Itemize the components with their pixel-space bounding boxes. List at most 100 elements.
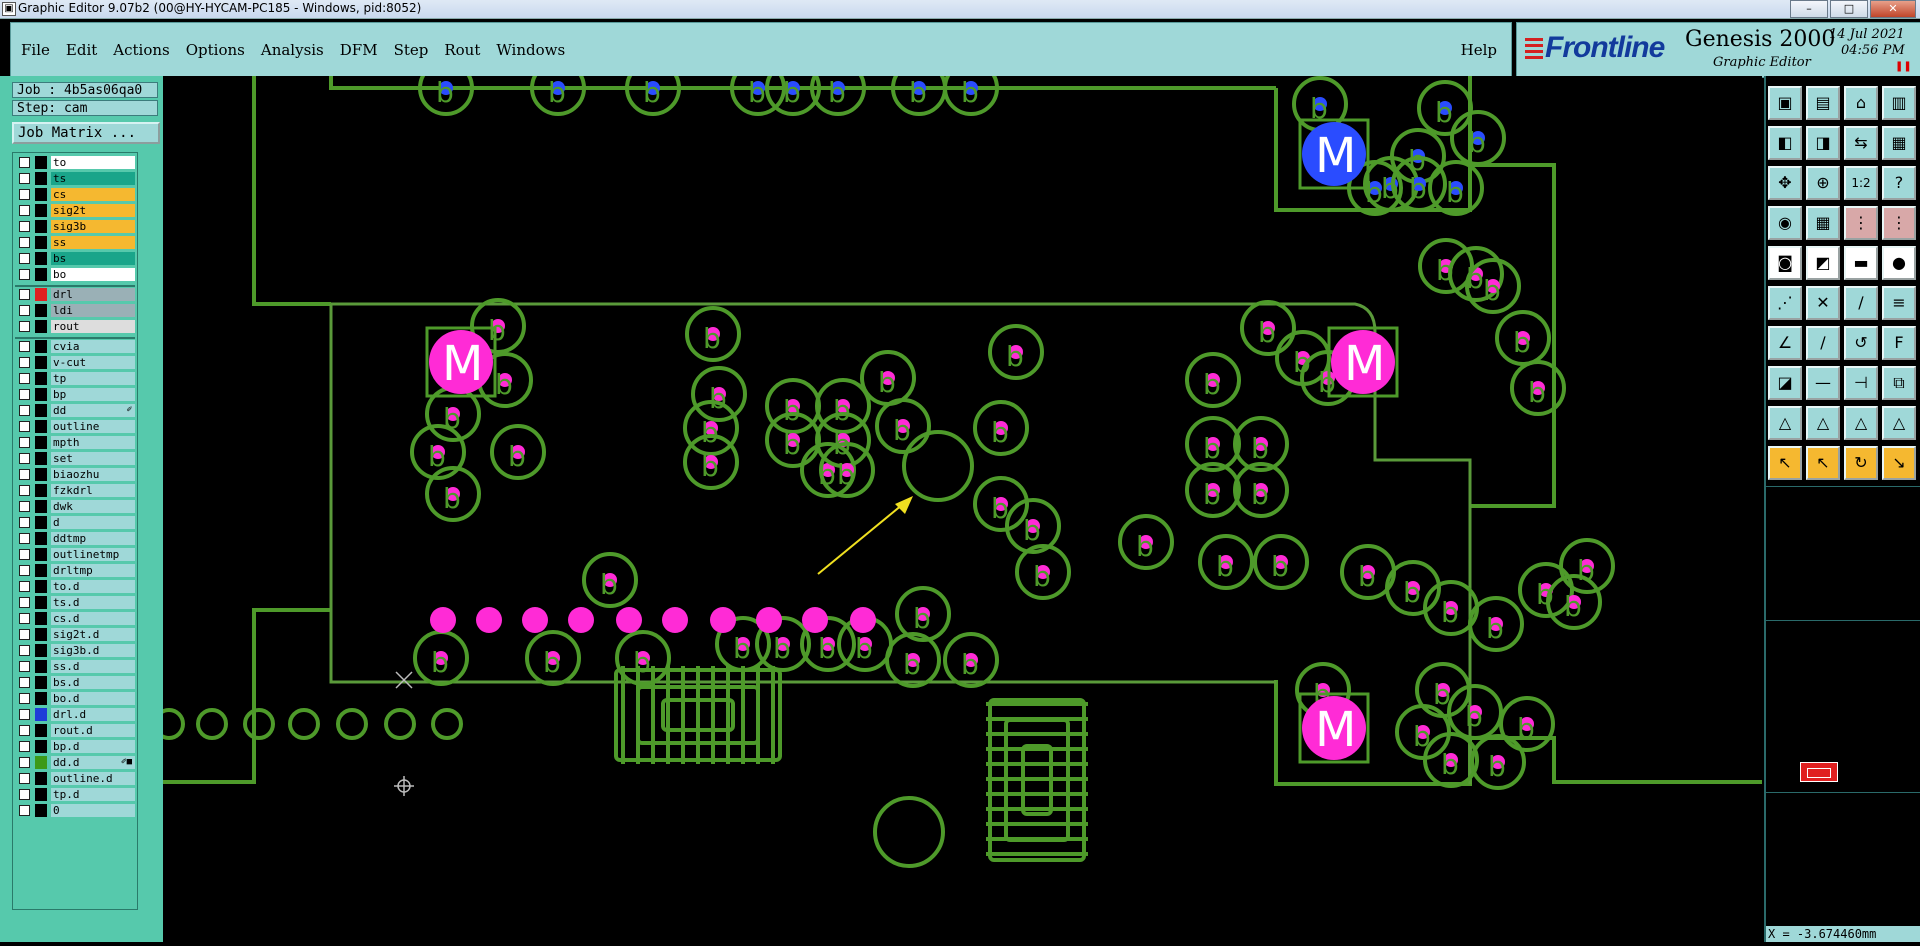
tri3-icon[interactable]: △ [1844,406,1878,440]
layer-name[interactable]: v-cut [51,356,135,369]
save-icon[interactable]: ▤ [1806,86,1840,120]
layer-color-swatch[interactable] [35,708,47,721]
rotate-icon[interactable]: ↻ [1844,446,1878,480]
layer-name[interactable]: cs [51,188,135,201]
layer-row-drl.d[interactable]: drl.d [15,708,135,722]
layer-checkbox[interactable] [19,269,30,280]
layer-name[interactable]: ss.d [51,660,135,673]
layer-checkbox[interactable] [19,501,30,512]
layer-row-sig3b[interactable]: sig3b [15,220,135,234]
layer-color-swatch[interactable] [35,304,47,317]
layer-name[interactable]: ddtmp [51,532,135,545]
layer-color-swatch[interactable] [35,288,47,301]
line-icon[interactable]: ∕ [1844,286,1878,320]
pointer2-icon[interactable]: ↖ [1806,446,1840,480]
layer-color-swatch[interactable] [35,532,47,545]
menu-edit[interactable]: Edit [66,41,97,59]
layer-row-ldi[interactable]: ldi [15,304,135,318]
layer-row-cs.d[interactable]: cs.d [15,612,135,626]
layer-color-swatch[interactable] [35,156,47,169]
layer-color-swatch[interactable] [35,676,47,689]
layer-name[interactable]: outlinetmp [51,548,135,561]
layer-checkbox[interactable] [19,485,30,496]
group-icon[interactable]: ⧉ [1882,366,1916,400]
route-icon[interactable]: ↘ [1882,446,1916,480]
layer-checkbox[interactable] [19,205,30,216]
layer-color-swatch[interactable] [35,420,47,433]
tri2-icon[interactable]: △ [1806,406,1840,440]
layer-row-drl[interactable]: drl [15,288,135,302]
layer-checkbox[interactable] [19,373,30,384]
layer-checkbox[interactable] [19,789,30,800]
text-icon[interactable]: ≡ [1882,286,1916,320]
layer-checkbox[interactable] [19,533,30,544]
layer-name[interactable]: sig3b [51,220,135,233]
job-matrix-button[interactable]: Job Matrix ... [12,122,160,144]
layer-row-0[interactable]: 0 [15,804,135,818]
layer-name[interactable]: dd ✐ [51,404,135,417]
layer-name[interactable]: drl [51,288,135,301]
layer-checkbox[interactable] [19,253,30,264]
panes-icon[interactable]: ▦ [1882,126,1916,160]
layer-name[interactable]: ldi [51,304,135,317]
layer-name[interactable]: outline [51,420,135,433]
layer-checkbox[interactable] [19,629,30,640]
open-icon[interactable]: ▣ [1768,86,1802,120]
layer-row-mpth[interactable]: mpth [15,436,135,450]
layer-row-sig2t[interactable]: sig2t [15,204,135,218]
layer-checkbox[interactable] [19,613,30,624]
layer-color-swatch[interactable] [35,564,47,577]
layer-color-swatch[interactable] [35,628,47,641]
layer-checkbox[interactable] [19,805,30,816]
layer-name[interactable]: bo.d [51,692,135,705]
layer-row-rout[interactable]: rout [15,320,135,334]
layer-color-swatch[interactable] [35,220,47,233]
horiz-icon[interactable]: — [1806,366,1840,400]
layer-name[interactable]: tp [51,372,135,385]
layer-checkbox[interactable] [19,693,30,704]
layer-row-biaozhu[interactable]: biaozhu [15,468,135,482]
node-icon[interactable]: ⋰ [1768,286,1802,320]
layer-checkbox[interactable] [19,189,30,200]
layer-name[interactable]: sig2t [51,204,135,217]
layer-checkbox[interactable] [19,389,30,400]
layer-row-set[interactable]: set [15,452,135,466]
angle-icon[interactable]: ∠ [1768,326,1802,360]
grid-icon[interactable]: ▦ [1806,206,1840,240]
layer-color-swatch[interactable] [35,756,47,769]
layer-row-ts[interactable]: ts [15,172,135,186]
layer-name[interactable]: drl.d [51,708,135,721]
layer-checkbox[interactable] [19,237,30,248]
layer-name[interactable]: sig2t.d [51,628,135,641]
layers-icon[interactable]: ⋮ [1844,206,1878,240]
layer-row-bo[interactable]: bo [15,268,135,282]
layer-color-swatch[interactable] [35,500,47,513]
layer-name[interactable]: sig3b.d [51,644,135,657]
layer-color-swatch[interactable] [35,236,47,249]
layer-name[interactable]: ts [51,172,135,185]
layer-name[interactable]: d [51,516,135,529]
layer-checkbox[interactable] [19,321,30,332]
layer-color-swatch[interactable] [35,388,47,401]
layer-row-to[interactable]: to [15,156,135,170]
help-icon[interactable]: ? [1882,166,1916,200]
maximize-button[interactable]: □ [1830,0,1868,18]
layer-checkbox[interactable] [19,773,30,784]
layer-row-cs[interactable]: cs [15,188,135,202]
menu-actions[interactable]: Actions [113,41,169,59]
swap-icon[interactable]: ⇆ [1844,126,1878,160]
snap-icon[interactable]: ◉ [1768,206,1802,240]
layer-row-sig3b.d[interactable]: sig3b.d [15,644,135,658]
layer-checkbox[interactable] [19,157,30,168]
layer-color-swatch[interactable] [35,612,47,625]
measure-icon[interactable]: ▬ [1844,246,1878,280]
home-icon[interactable]: ⌂ [1844,86,1878,120]
layer-color-swatch[interactable] [35,188,47,201]
layer-color-swatch[interactable] [35,252,47,265]
layer-checkbox[interactable] [19,741,30,752]
layer-name[interactable]: bs [51,252,135,265]
layer-row-ss[interactable]: ss [15,236,135,250]
layer-row-outline[interactable]: outline [15,420,135,434]
layer-name[interactable]: drltmp [51,564,135,577]
menu-dfm[interactable]: DFM [340,41,378,59]
